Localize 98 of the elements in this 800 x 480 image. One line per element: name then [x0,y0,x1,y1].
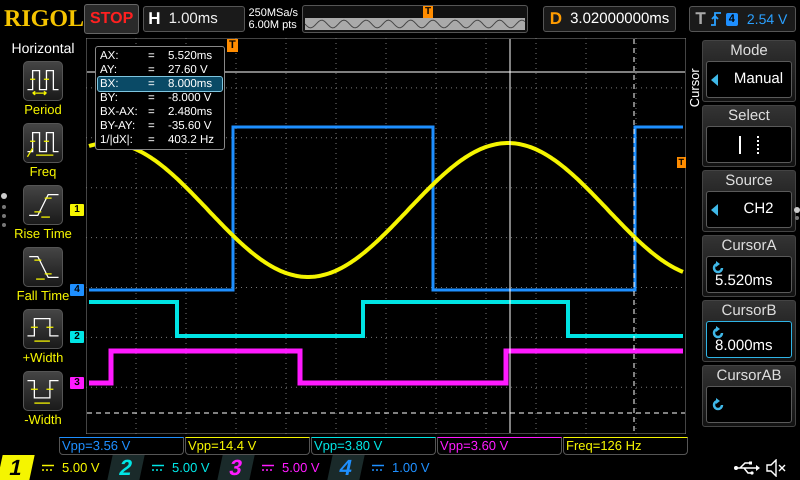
softkey[interactable]: Select [702,105,796,167]
channel-number[interactable]: 4 [327,455,365,480]
equals-sign: = [148,105,156,119]
readout-value: -35.60 V [168,119,212,133]
measure-button[interactable] [22,309,63,349]
horizontal-scale-box[interactable]: H 1.00ms [143,6,244,32]
channel-scale: 5.00 V [282,458,320,477]
equals-sign: = [148,119,156,133]
readout-label: AY: [100,63,118,77]
channel-marker: 4 [70,284,84,296]
measurement-result: Vpp=3.80 V [311,437,436,455]
rising-edge-icon [710,12,721,26]
trigger-level: 2.54 V [746,10,788,28]
softkey-label: Mode [730,41,768,61]
menu-title: Cursor [685,68,702,108]
rotate-knob-icon [711,261,725,275]
readout-value: 8.000ms [168,77,212,91]
channel-marker: 1 [70,204,84,216]
trigger-source-badge: 4 [726,12,738,26]
softkey-label: CursorA [721,236,776,256]
measure-label: Rise Time [14,225,72,242]
softkey[interactable]: Mode Manual [702,40,796,102]
timebase-value: 1.00ms [168,8,218,29]
readout-label: BY: [100,91,119,105]
equals-sign: = [148,77,156,91]
measure-button[interactable] [22,61,63,101]
left-arrow-icon [711,74,718,86]
overview-wave-icon [305,18,526,30]
measurement-result: Freq=126 Hz [563,437,688,455]
measure-button[interactable] [22,123,63,163]
measure-button[interactable] [22,247,63,287]
trigger-label: T [695,8,706,30]
channel-marker: 3 [70,377,84,389]
horizontal-label: H [148,8,161,30]
readout-label: BX: [100,77,120,91]
channel-number[interactable]: 3 [217,455,255,480]
measurement-result: Vpp=3.56 V [59,437,184,455]
sample-rate: 250MSa/s [248,7,298,19]
readout-value: 2.480ms [168,105,212,119]
page-dots-icon [794,206,800,222]
cursor-value: 8.000ms [715,338,773,353]
delay-label: D [550,8,562,30]
channel-scale: 1.00 V [392,458,430,477]
softkey-label: Source [725,171,773,191]
channel-scale: 5.00 V [172,458,210,477]
measure-button[interactable] [22,371,63,411]
channel-number[interactable]: 1 [0,455,35,480]
memory-depth: 6.00M pts [248,19,298,31]
panel-title: Horizontal [11,39,75,57]
speaker-muted-icon [766,458,786,476]
readout-value: 403.2 Hz [168,133,214,147]
trigger-box[interactable]: T 4 2.54 V [689,6,796,32]
softkey[interactable]: CursorAB [702,365,796,427]
softkey-label: Select [728,106,770,126]
delay-box[interactable]: D 3.02000000ms [542,6,676,32]
readout-label: BY-AY: [100,119,136,133]
readout-label: 1/|dX|: [100,133,134,147]
softkey-label: CursorB [721,301,776,321]
dc-coupling-icon [372,464,384,472]
run-status[interactable]: STOP [84,4,140,34]
trigger-position-marker: T [423,6,434,18]
measure-button[interactable] [22,185,63,225]
option-value: CH2 [742,199,774,220]
softkey[interactable]: CursorB 8.000ms [702,300,796,362]
measure-label: -Width [24,411,62,428]
equals-sign: = [148,63,156,77]
option-value: Manual [732,69,784,90]
measure-label: +Width [22,349,64,366]
page-dots-icon [1,192,7,228]
equals-sign: = [148,91,156,105]
dc-coupling-icon [42,464,54,472]
measure-label: Fall Time [16,287,70,304]
softkey[interactable]: CursorA 5.520ms [702,235,796,297]
readout-label: BX-AX: [100,105,139,119]
readout-value: 27.60 V [168,63,208,77]
dc-coupling-icon [152,464,164,472]
rotate-knob-icon [711,326,725,340]
equals-sign: = [148,133,156,147]
channel-number[interactable]: 2 [107,455,145,480]
cursor-value: 5.520ms [715,273,773,288]
delay-value: 3.02000000ms [570,8,670,29]
left-arrow-icon [711,204,718,216]
softkey[interactable]: Source CH2 [702,170,796,232]
equals-sign: = [148,49,156,63]
readout-label: AX: [100,49,120,63]
softkey-label: CursorAB [716,366,782,386]
readout-value: -8.000 V [168,91,212,105]
measurement-result: Vpp=14.4 V [185,437,310,455]
readout-value: 5.520ms [168,49,212,63]
dc-coupling-icon [262,464,274,472]
usb-icon [734,460,760,474]
measure-label: Period [24,101,62,118]
rotate-knob-icon [711,398,725,412]
measure-label: Freq [30,163,56,180]
measurement-result: Vpp=3.60 V [437,437,562,455]
channel-scale: 5.00 V [62,458,100,477]
channel-marker: 2 [70,331,84,343]
trigger-position-marker: T [227,39,238,52]
